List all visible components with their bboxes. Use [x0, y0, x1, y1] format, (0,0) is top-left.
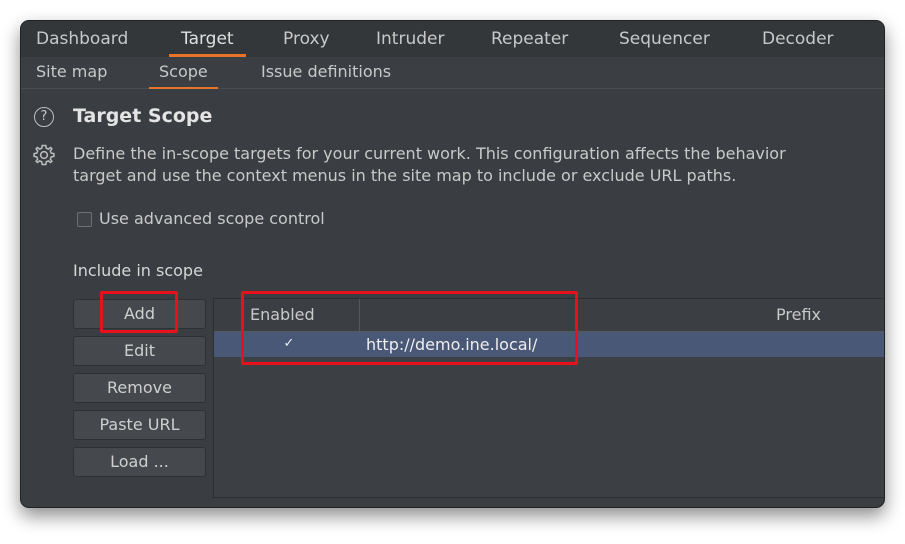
tab-target[interactable]: Target	[169, 21, 246, 57]
advanced-scope-label: Use advanced scope control	[99, 209, 325, 228]
include-in-scope-label: Include in scope	[73, 261, 203, 280]
tab-repeater[interactable]: Repeater	[491, 21, 568, 57]
section-description: Define the in-scope targets for your cur…	[73, 143, 786, 187]
column-header-enabled[interactable]: Enabled	[250, 299, 315, 332]
tab-sequencer[interactable]: Sequencer	[619, 21, 710, 57]
tab-proxy[interactable]: Proxy	[283, 21, 330, 57]
description-line-1: Define the in-scope targets for your cur…	[73, 144, 786, 163]
table-row[interactable]: ✓ http://demo.ine.local/	[214, 332, 884, 357]
load-button[interactable]: Load ...	[73, 447, 206, 477]
scope-table[interactable]: Enabled Prefix ✓ http://demo.ine.local/	[213, 298, 884, 498]
tab-scope[interactable]: Scope	[149, 57, 218, 89]
column-header-prefix[interactable]: Prefix	[776, 299, 821, 332]
add-button[interactable]: Add	[73, 299, 206, 329]
table-header: Enabled Prefix	[214, 299, 884, 332]
column-divider[interactable]	[359, 299, 360, 332]
tab-site-map[interactable]: Site map	[36, 57, 107, 89]
main-tab-bar: Dashboard Target Proxy Intruder Repeater…	[21, 21, 884, 57]
enabled-checkbox[interactable]: ✓	[282, 337, 296, 351]
tab-dashboard[interactable]: Dashboard	[36, 21, 128, 57]
section-title: Target Scope	[73, 105, 213, 127]
edit-button[interactable]: Edit	[73, 336, 206, 366]
advanced-scope-checkbox[interactable]	[77, 212, 92, 227]
tab-decoder[interactable]: Decoder	[762, 21, 834, 57]
gear-icon[interactable]	[32, 143, 56, 167]
burp-window: Dashboard Target Proxy Intruder Repeater…	[20, 20, 885, 508]
tab-issue-definitions[interactable]: Issue definitions	[261, 57, 391, 89]
tab-intruder[interactable]: Intruder	[376, 21, 444, 57]
sub-tab-bar: Site map Scope Issue definitions	[21, 57, 884, 89]
question-circle-icon[interactable]: ?	[34, 107, 54, 127]
remove-button[interactable]: Remove	[73, 373, 206, 403]
paste-url-button[interactable]: Paste URL	[73, 410, 206, 440]
description-line-2: target and use the context menus in the …	[73, 166, 737, 185]
scope-prefix-url: http://demo.ine.local/	[366, 335, 538, 354]
